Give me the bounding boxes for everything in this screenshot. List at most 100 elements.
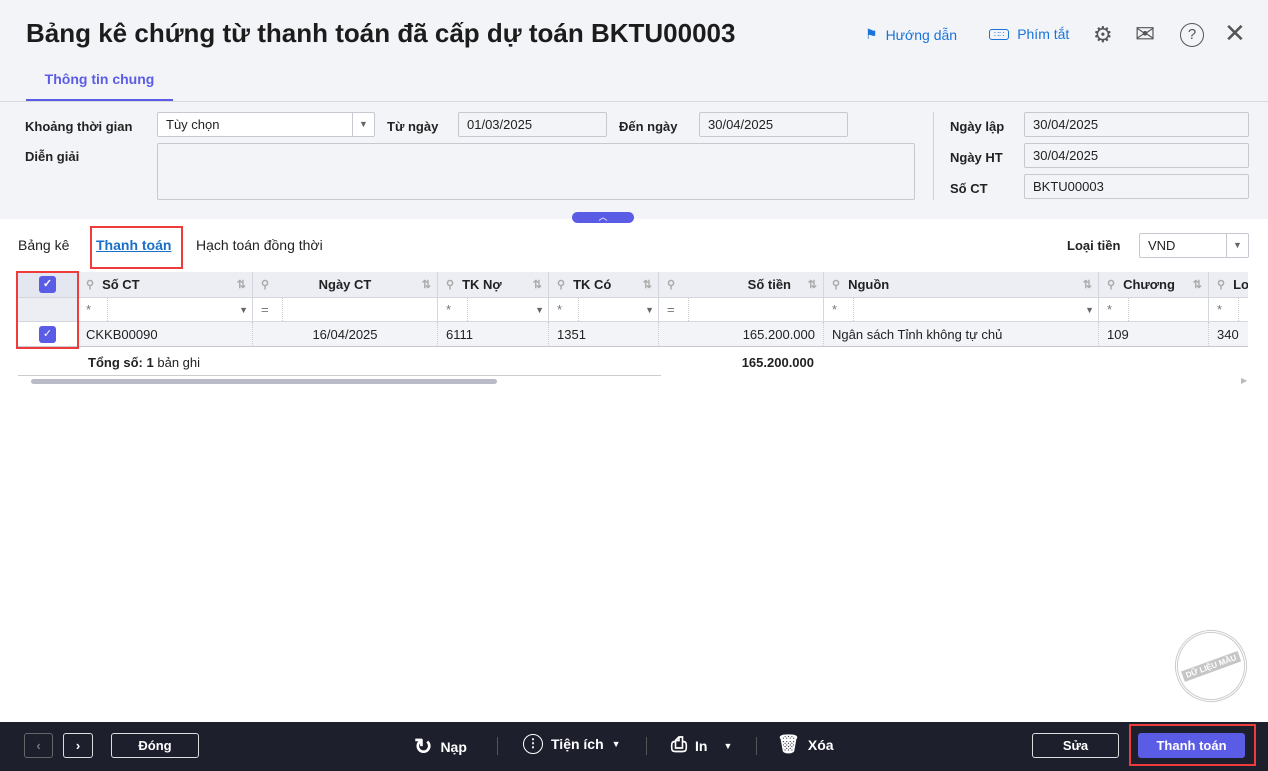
filter-lo[interactable]: * xyxy=(1209,298,1248,321)
highlight-box xyxy=(16,271,79,349)
chevron-down-icon[interactable]: ▼ xyxy=(535,305,544,315)
more-icon: ⋮ xyxy=(523,734,543,754)
guide-link[interactable]: ⚑ Hướng dẫn xyxy=(865,26,957,43)
doc-number-label: Số CT xyxy=(950,181,988,196)
cell-lo: 340 xyxy=(1217,326,1239,342)
mail-send-icon[interactable]: ✉ xyxy=(1135,20,1155,49)
col-nguon[interactable]: ⚲ Nguồn ⇅ xyxy=(824,272,1099,297)
pin-icon[interactable]: ⚲ xyxy=(1107,278,1115,291)
delete-button[interactable]: 🗑 Xóa xyxy=(777,734,834,755)
page-title: Bảng kê chứng từ thanh toán đã cấp dự to… xyxy=(26,18,736,48)
col-so-ct[interactable]: ⚲ Số CT ⇅ xyxy=(78,272,253,297)
created-date-input[interactable]: 30/04/2025 xyxy=(1024,112,1249,137)
pin-icon[interactable]: ⚲ xyxy=(1217,278,1225,291)
pin-icon[interactable]: ⚲ xyxy=(261,278,269,291)
period-select[interactable]: Tùy chọn ▼ xyxy=(157,112,375,137)
signpost-icon: ⚑ xyxy=(865,26,878,42)
refresh-icon: ↻ xyxy=(414,734,433,759)
doc-number-input[interactable]: BKTU00003 xyxy=(1024,174,1249,199)
filter-operator[interactable]: = xyxy=(261,298,283,321)
filter-nguon[interactable]: * ▼ xyxy=(824,298,1099,321)
divider xyxy=(497,737,498,755)
gear-icon[interactable]: ⚙ xyxy=(1093,22,1113,48)
sort-icon[interactable]: ⇅ xyxy=(533,278,542,291)
table-row[interactable]: ✓ CKKB00090 16/04/2025 6111 1351 165.200… xyxy=(18,322,1248,347)
col-so-tien[interactable]: ⚲ Số tiền ⇅ xyxy=(659,272,824,297)
sort-icon[interactable]: ⇅ xyxy=(422,278,431,291)
col-tk-co[interactable]: ⚲ TK Có ⇅ xyxy=(549,272,659,297)
col-chuong[interactable]: ⚲ Chương ⇅ xyxy=(1099,272,1209,297)
reload-button[interactable]: ↻ Nạp xyxy=(414,734,467,760)
subtab-payment[interactable]: Thanh toán xyxy=(96,237,171,253)
filter-tk-co[interactable]: * ▼ xyxy=(549,298,659,321)
sort-icon[interactable]: ⇅ xyxy=(808,278,817,291)
caret-down-icon: ▼ xyxy=(611,739,621,749)
description-input[interactable] xyxy=(157,143,915,200)
period-label: Khoảng thời gian xyxy=(25,119,133,134)
pin-icon[interactable]: ⚲ xyxy=(557,278,565,291)
filter-ngay-ct[interactable]: = xyxy=(253,298,438,321)
utilities-button[interactable]: ⋮ Tiện ích ▼ xyxy=(523,734,621,754)
subtab-statement[interactable]: Bảng kê xyxy=(18,237,69,253)
pin-icon[interactable]: ⚲ xyxy=(86,278,94,291)
close-icon[interactable]: ✕ xyxy=(1224,20,1246,46)
created-date-label: Ngày lập xyxy=(950,119,1005,134)
shortcuts-link[interactable]: ∷∷ Phím tắt xyxy=(989,26,1069,42)
total-count: Tổng số: 1 bản ghi xyxy=(88,355,200,370)
divider xyxy=(646,737,647,755)
col-lo[interactable]: ⚲ Lo xyxy=(1209,272,1248,297)
filter-chuong[interactable]: * xyxy=(1099,298,1209,321)
filter-so-tien[interactable]: = xyxy=(659,298,824,321)
filter-operator[interactable]: * xyxy=(1107,298,1129,321)
pay-button[interactable]: Thanh toán xyxy=(1138,733,1245,758)
total-count-value: 1 xyxy=(146,355,154,370)
tab-general-info[interactable]: Thông tin chung xyxy=(26,68,173,102)
filter-operator[interactable]: * xyxy=(832,298,854,321)
posting-date-label: Ngày HT xyxy=(950,150,1003,165)
currency-select[interactable]: VND ▼ xyxy=(1139,233,1249,258)
filter-operator[interactable]: = xyxy=(667,298,689,321)
scroll-right-icon[interactable]: ▶ xyxy=(1241,376,1247,385)
subtab-accounting[interactable]: Hạch toán đồng thời xyxy=(196,237,323,253)
posting-date-input[interactable]: 30/04/2025 xyxy=(1024,143,1249,168)
col-tk-no[interactable]: ⚲ TK Nợ ⇅ xyxy=(438,272,549,297)
sort-icon[interactable]: ⇅ xyxy=(643,278,652,291)
from-date-input[interactable]: 01/03/2025 xyxy=(458,112,607,137)
from-date-label: Từ ngày xyxy=(387,119,439,134)
filter-operator[interactable]: * xyxy=(86,298,108,321)
sort-icon[interactable]: ⇅ xyxy=(1083,278,1092,291)
period-value: Tùy chọn xyxy=(166,117,220,132)
filter-operator[interactable]: * xyxy=(446,298,468,321)
divider xyxy=(756,737,757,755)
filter-operator[interactable]: * xyxy=(557,298,579,321)
prev-button[interactable]: ‹ xyxy=(24,733,53,758)
chevron-down-icon[interactable]: ▼ xyxy=(645,305,654,315)
total-prefix: Tổng số: xyxy=(88,355,143,370)
close-button[interactable]: Đóng xyxy=(111,733,199,758)
pin-icon[interactable]: ⚲ xyxy=(446,278,454,291)
print-button[interactable]: ⎙ In ▼ xyxy=(671,734,732,757)
sort-icon[interactable]: ⇅ xyxy=(237,278,246,291)
help-icon[interactable]: ? xyxy=(1180,23,1204,47)
filter-operator[interactable]: * xyxy=(1217,298,1239,321)
description-label: Diễn giải xyxy=(25,149,80,164)
chevron-down-icon[interactable]: ▼ xyxy=(239,305,248,315)
cell-tk-no: 6111 xyxy=(438,322,549,346)
collapse-button[interactable]: ︿ xyxy=(572,212,634,223)
filter-tk-no[interactable]: * ▼ xyxy=(438,298,549,321)
footer-toolbar: ‹ › Đóng ↻ Nạp ⋮ Tiện ích ▼ ⎙ In ▼ 🗑 Xóa Sửa T… xyxy=(0,722,1268,771)
pin-icon[interactable]: ⚲ xyxy=(667,278,675,291)
grid-filter-row: * ▼ = * ▼ * ▼ = * ▼ * * xyxy=(18,298,1248,322)
chevron-down-icon: ▼ xyxy=(1226,234,1248,257)
horizontal-scrollbar[interactable] xyxy=(31,379,497,384)
pin-icon[interactable]: ⚲ xyxy=(832,278,840,291)
to-date-input[interactable]: 30/04/2025 xyxy=(699,112,848,137)
cell-so-ct: CKKB00090 xyxy=(78,322,253,346)
chevron-down-icon[interactable]: ▼ xyxy=(1085,305,1094,315)
edit-button[interactable]: Sửa xyxy=(1032,733,1119,758)
sort-icon[interactable]: ⇅ xyxy=(1193,278,1202,291)
filter-so-ct[interactable]: * ▼ xyxy=(78,298,253,321)
grid-header: ✓ ⚲ Số CT ⇅ ⚲ Ngày CT ⇅ ⚲ TK Nợ ⇅ ⚲ TK Có ⇅ ⚲ Số … xyxy=(18,272,1248,298)
col-ngay-ct[interactable]: ⚲ Ngày CT ⇅ xyxy=(253,272,438,297)
next-button[interactable]: › xyxy=(63,733,93,758)
